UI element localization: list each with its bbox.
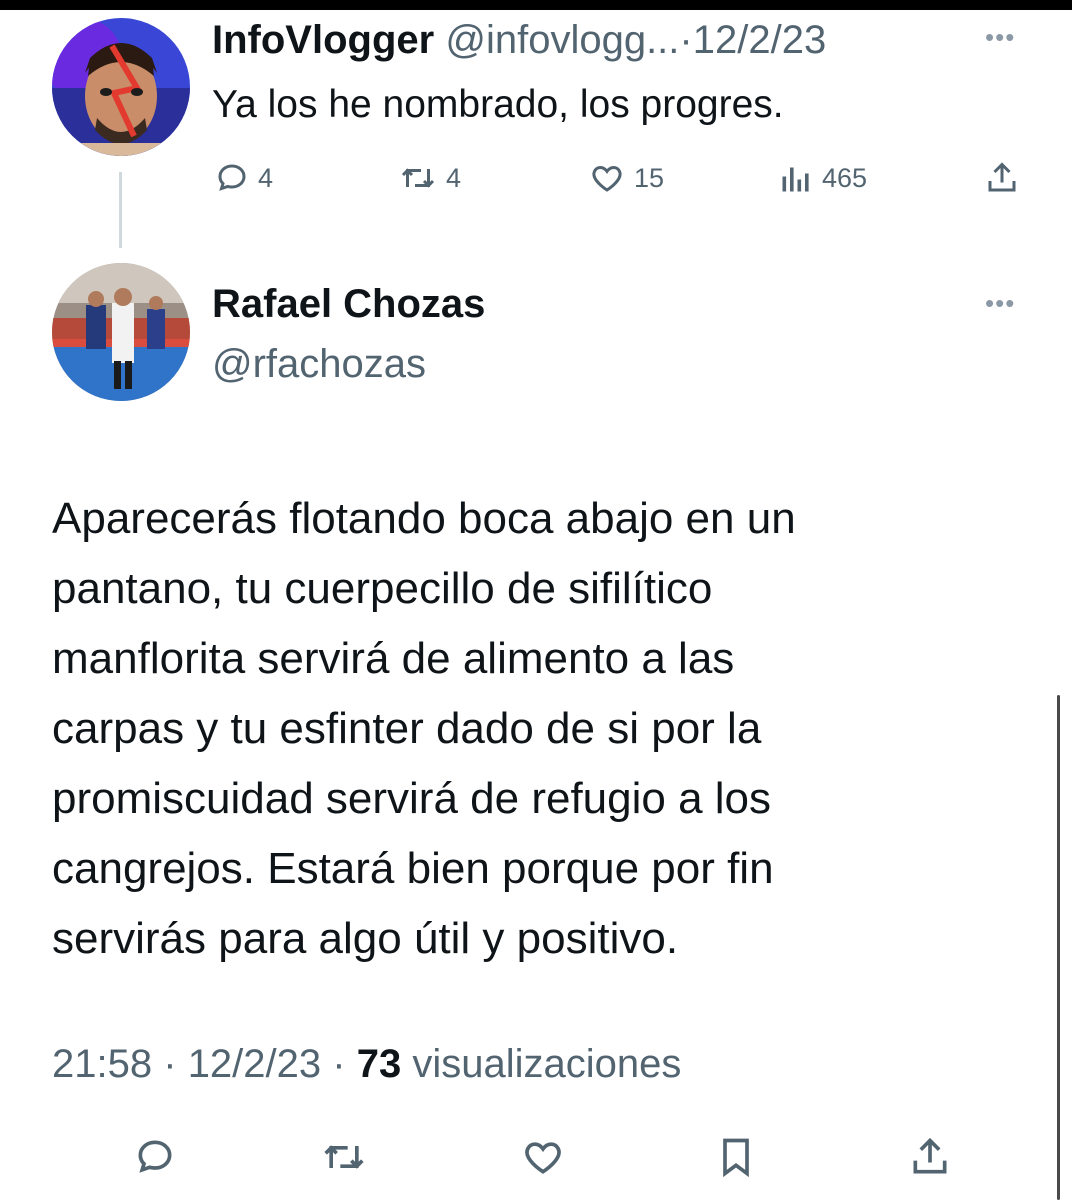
tweet2-text-line: manflorita servirá de alimento a las (52, 634, 735, 683)
tweet2-share-button[interactable] (908, 1135, 952, 1184)
tweet1-reply-count: 4 (258, 162, 274, 193)
tweet2-views-label: visualizaciones (412, 1042, 682, 1086)
tweet1-display-name[interactable]: InfoVlogger (212, 18, 434, 62)
speech-bubble-icon (218, 164, 246, 191)
tweet2-date[interactable]: 12/2/23 (188, 1042, 321, 1086)
tweet2-metadata: 21:58 · 12/2/23 · 73 visualizaciones (52, 1038, 681, 1090)
scrollbar[interactable] (1057, 695, 1060, 1200)
tweet1-separator: · (679, 18, 693, 62)
heart-icon (525, 1142, 561, 1174)
tweet1-reply-button[interactable]: 4 (214, 160, 273, 196)
tweet2-separator: · (163, 1042, 177, 1086)
tweet1-retweet-button[interactable]: 4 (398, 160, 461, 196)
tweet2-text-line: carpas y tu esfinter dado de si por la (52, 704, 762, 753)
tweet2-more-icon[interactable]: ••• (985, 288, 1015, 319)
bar-chart-icon (782, 167, 809, 192)
share-upload-icon (988, 162, 1016, 192)
tweet2-separator: · (332, 1042, 346, 1086)
tweet1-text: Ya los he nombrado, los progres. (212, 83, 784, 126)
tweet2-like-button[interactable] (520, 1135, 566, 1184)
bookmark-icon (723, 1138, 749, 1178)
tweet2-text-line: servirás para algo útil y positivo. (52, 914, 679, 963)
speech-bubble-icon (138, 1140, 172, 1173)
tweet1-share-button[interactable] (984, 160, 1020, 196)
tweet1-views-count: 465 (822, 162, 868, 193)
tweet1-header: InfoVlogger @infovlogg...·12/2/23 (212, 16, 826, 64)
tweet1-views-button[interactable]: 465 (778, 160, 867, 196)
tweet2-bookmark-button[interactable] (714, 1135, 758, 1184)
tweet2-text-line: pantano, tu cuerpecillo de sifilítico (52, 564, 713, 613)
retweet-arrows-icon (401, 168, 435, 188)
tweet1-retweet-count: 4 (446, 162, 462, 193)
tweet2-text-line: Aparecerás flotando boca abajo en un (52, 494, 796, 543)
tweet2-views-count: 73 (356, 1042, 402, 1086)
heart-icon (592, 165, 622, 192)
retweet-arrows-icon (324, 1145, 364, 1169)
tweet2-text-line: cangrejos. Estará bien porque por fin (52, 844, 774, 893)
avatar-rafael-chozas[interactable] (52, 263, 190, 401)
tweet1-handle[interactable]: @infovlogg... (445, 18, 679, 62)
tweet1-like-count: 15 (634, 162, 665, 193)
tweet2-display-name[interactable]: Rafael Chozas (212, 280, 485, 328)
thread-connector-line (119, 172, 122, 248)
tweet2-reply-button[interactable] (133, 1135, 177, 1184)
tweet1-date[interactable]: 12/2/23 (693, 18, 826, 62)
tweet2-time[interactable]: 21:58 (52, 1042, 152, 1086)
tweet1-like-button[interactable]: 15 (588, 160, 664, 196)
tweet2-text: Aparecerás flotando boca abajo en un pan… (52, 484, 1012, 974)
share-upload-icon (913, 1137, 947, 1174)
top-black-bar (0, 0, 1072, 10)
tweet1-more-icon[interactable]: ••• (985, 22, 1015, 53)
avatar-infovlogger[interactable] (52, 18, 190, 156)
tweet2-handle[interactable]: @rfachozas (212, 340, 426, 388)
tweet2-text-line: promiscuidad servirá de refugio a los (52, 774, 772, 823)
tweet2-retweet-button[interactable] (320, 1135, 368, 1184)
